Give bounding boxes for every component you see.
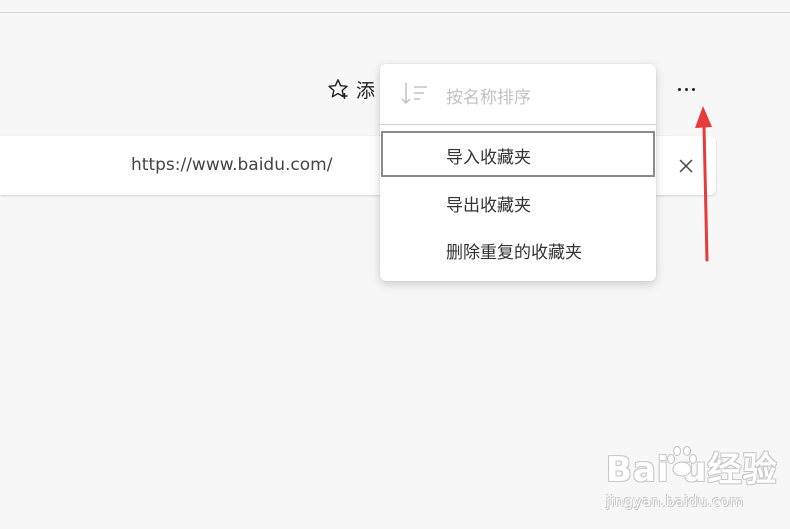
menu-item-export-favorites[interactable]: 导出收藏夹: [380, 179, 656, 225]
menu-item-import-favorites[interactable]: 导入收藏夹: [381, 131, 655, 177]
sort-icon: [401, 83, 427, 105]
star-add-icon: [328, 79, 348, 99]
paw-logo-icon: [666, 445, 698, 477]
more-dot: [684, 87, 688, 91]
more-options-menu: 按名称排序 导入收藏夹 导出收藏夹 删除重复的收藏夹: [380, 64, 656, 281]
baidu-jingyan-watermark: Bai u经验 jingyan.baidu.com: [602, 442, 777, 518]
menu-item-sort-by-name[interactable]: 按名称排序: [380, 64, 656, 124]
add-favorite-button[interactable]: 添: [326, 76, 375, 102]
red-arrow-annotation: [695, 106, 712, 262]
watermark-url: jingyan.baidu.com: [606, 494, 744, 510]
sort-by-name-label: 按名称排序: [446, 88, 531, 108]
top-divider: [0, 12, 790, 13]
menu-separator: [380, 124, 656, 125]
more-dot: [691, 87, 695, 91]
menu-item-remove-duplicates[interactable]: 删除重复的收藏夹: [380, 226, 656, 272]
favorite-item-url: https://www.baidu.com/: [131, 155, 333, 175]
remove-duplicates-label: 删除重复的收藏夹: [446, 243, 582, 263]
import-favorites-label: 导入收藏夹: [446, 148, 531, 168]
export-favorites-label: 导出收藏夹: [446, 196, 531, 216]
favorites-page: 添 https://www.baidu.com/ 按名称排序 导入收藏夹 导出收…: [0, 0, 790, 529]
more-dot: [677, 87, 681, 91]
add-favorite-label: 添: [356, 79, 376, 102]
